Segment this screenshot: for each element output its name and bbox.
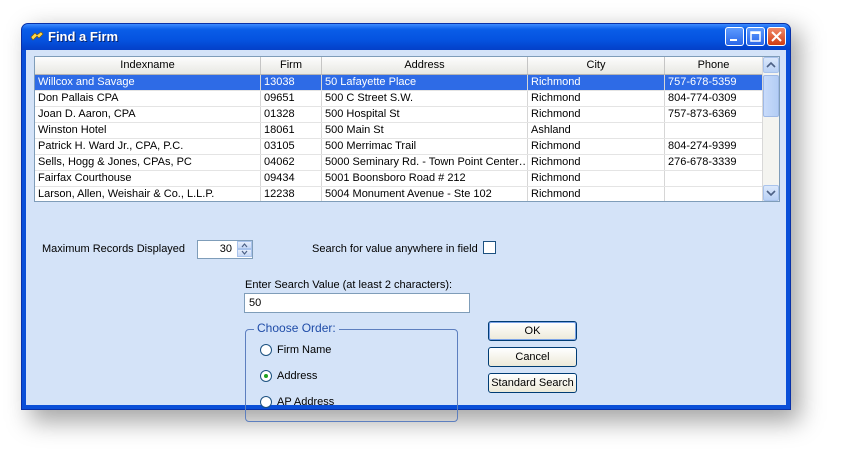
cell-address: 5001 Boonsboro Road # 212 <box>322 171 528 186</box>
spin-down-icon <box>241 250 248 255</box>
cell-city: Richmond <box>528 139 665 154</box>
minimize-icon <box>730 39 737 41</box>
app-icon <box>30 31 44 41</box>
close-icon <box>771 31 782 42</box>
close-button[interactable] <box>767 27 786 46</box>
column-header-address[interactable]: Address <box>322 57 528 74</box>
scroll-down-button[interactable] <box>763 185 779 201</box>
scroll-up-button[interactable] <box>763 57 779 73</box>
cell-indexname: Willcox and Savage <box>35 75 261 90</box>
cell-firm: 09434 <box>261 171 322 186</box>
cell-phone: 804-774-0309 <box>665 91 763 106</box>
spin-down-button[interactable] <box>237 249 252 257</box>
standard-search-button[interactable]: Standard Search <box>488 373 577 393</box>
column-header-indexname[interactable]: Indexname <box>35 57 261 74</box>
cell-indexname: Don Pallais CPA <box>35 91 261 106</box>
max-records-label: Maximum Records Displayed <box>42 243 186 255</box>
cell-phone <box>665 123 763 138</box>
cell-address: 50 Lafayette Place <box>322 75 528 90</box>
search-value-input[interactable]: 50 <box>244 293 470 313</box>
column-header-phone[interactable]: Phone <box>665 57 763 74</box>
column-header-city[interactable]: City <box>528 57 665 74</box>
cell-indexname: Sells, Hogg & Jones, CPAs, PC <box>35 155 261 170</box>
find-firm-dialog: Find a Firm Indexname Firm Address City … <box>21 23 791 422</box>
cell-address: 5000 Seminary Rd. - Town Point Center… <box>322 155 528 170</box>
grid-vertical-scrollbar[interactable] <box>762 57 779 201</box>
table-row[interactable]: Don Pallais CPA 09651 500 C Street S.W. … <box>35 91 763 107</box>
table-row[interactable]: Willcox and Savage 13038 50 Lafayette Pl… <box>35 75 763 91</box>
cell-address: 500 Merrimac Trail <box>322 139 528 154</box>
spin-up-button[interactable] <box>237 241 252 249</box>
radio-label: AP Address <box>277 396 335 408</box>
radio-button[interactable] <box>260 344 272 356</box>
search-anywhere-checkbox[interactable] <box>483 241 496 254</box>
cell-indexname: Patrick H. Ward Jr., CPA, P.C. <box>35 139 261 154</box>
cell-firm: 01328 <box>261 107 322 122</box>
cell-city: Richmond <box>528 107 665 122</box>
scroll-thumb[interactable] <box>763 75 779 117</box>
results-grid[interactable]: Indexname Firm Address City Phone Willco… <box>34 56 780 202</box>
cell-firm: 13038 <box>261 75 322 90</box>
radio-label: Firm Name <box>277 344 332 356</box>
search-value-label: Enter Search Value (at least 2 character… <box>245 279 453 291</box>
table-row[interactable]: Patrick H. Ward Jr., CPA, P.C. 03105 500… <box>35 139 763 155</box>
spin-up-icon <box>241 243 248 248</box>
ok-button[interactable]: OK <box>488 321 577 341</box>
maximize-icon <box>750 31 761 42</box>
maximize-button[interactable] <box>746 27 765 46</box>
chevron-down-icon <box>766 190 776 197</box>
cell-phone <box>665 187 763 201</box>
cancel-button[interactable]: Cancel <box>488 347 577 367</box>
cell-address: 500 Hospital St <box>322 107 528 122</box>
radio-button[interactable] <box>260 370 272 382</box>
cell-city: Ashland <box>528 123 665 138</box>
cell-firm: 04062 <box>261 155 322 170</box>
grid-rows: Willcox and Savage 13038 50 Lafayette Pl… <box>35 75 763 201</box>
max-records-value[interactable]: 30 <box>220 243 232 255</box>
cell-phone: 276-678-3339 <box>665 155 763 170</box>
cell-city: Richmond <box>528 155 665 170</box>
cell-city: Richmond <box>528 171 665 186</box>
search-anywhere-label: Search for value anywhere in field <box>312 243 478 255</box>
cell-indexname: Fairfax Courthouse <box>35 171 261 186</box>
column-header-firm[interactable]: Firm <box>261 57 322 74</box>
minimize-button[interactable] <box>725 27 744 46</box>
dialog-client-area: Indexname Firm Address City Phone Willco… <box>26 50 786 422</box>
cell-phone: 757-873-6369 <box>665 107 763 122</box>
grid-header: Indexname Firm Address City Phone <box>35 57 763 75</box>
cell-address: 500 C Street S.W. <box>322 91 528 106</box>
radio-address[interactable]: Address <box>260 370 317 382</box>
choose-order-group: Choose Order: Firm Name Address AP Addre… <box>245 321 458 422</box>
cell-firm: 09651 <box>261 91 322 106</box>
cell-indexname: Winston Hotel <box>35 123 261 138</box>
radio-firm-name[interactable]: Firm Name <box>260 344 331 356</box>
cell-indexname: Larson, Allen, Weishair & Co., L.L.P. <box>35 187 261 201</box>
choose-order-legend: Choose Order: <box>254 321 339 335</box>
table-row[interactable]: Joan D. Aaron, CPA 01328 500 Hospital St… <box>35 107 763 123</box>
table-row[interactable]: Fairfax Courthouse 09434 5001 Boonsboro … <box>35 171 763 187</box>
cell-phone: 757-678-5359 <box>665 75 763 90</box>
title-bar[interactable]: Find a Firm <box>22 24 790 50</box>
table-row[interactable]: Sells, Hogg & Jones, CPAs, PC 04062 5000… <box>35 155 763 171</box>
cell-firm: 18061 <box>261 123 322 138</box>
cell-indexname: Joan D. Aaron, CPA <box>35 107 261 122</box>
cell-city: Richmond <box>528 91 665 106</box>
max-records-spinner[interactable]: 30 <box>197 240 253 259</box>
chevron-up-icon <box>766 61 776 68</box>
window-title: Find a Firm <box>48 29 119 44</box>
cell-address: 500 Main St <box>322 123 528 138</box>
radio-ap-address[interactable]: AP Address <box>260 396 334 408</box>
cell-city: Richmond <box>528 75 665 90</box>
cell-address: 5004 Monument Avenue - Ste 102 <box>322 187 528 201</box>
table-row[interactable]: Larson, Allen, Weishair & Co., L.L.P. 12… <box>35 187 763 201</box>
cell-firm: 03105 <box>261 139 322 154</box>
cell-city: Richmond <box>528 187 665 201</box>
cell-phone: 804-274-9399 <box>665 139 763 154</box>
table-row[interactable]: Winston Hotel 18061 500 Main St Ashland <box>35 123 763 139</box>
cell-phone <box>665 171 763 186</box>
cell-firm: 12238 <box>261 187 322 201</box>
radio-button[interactable] <box>260 396 272 408</box>
spinner-buttons <box>237 241 252 258</box>
radio-label: Address <box>277 370 318 382</box>
